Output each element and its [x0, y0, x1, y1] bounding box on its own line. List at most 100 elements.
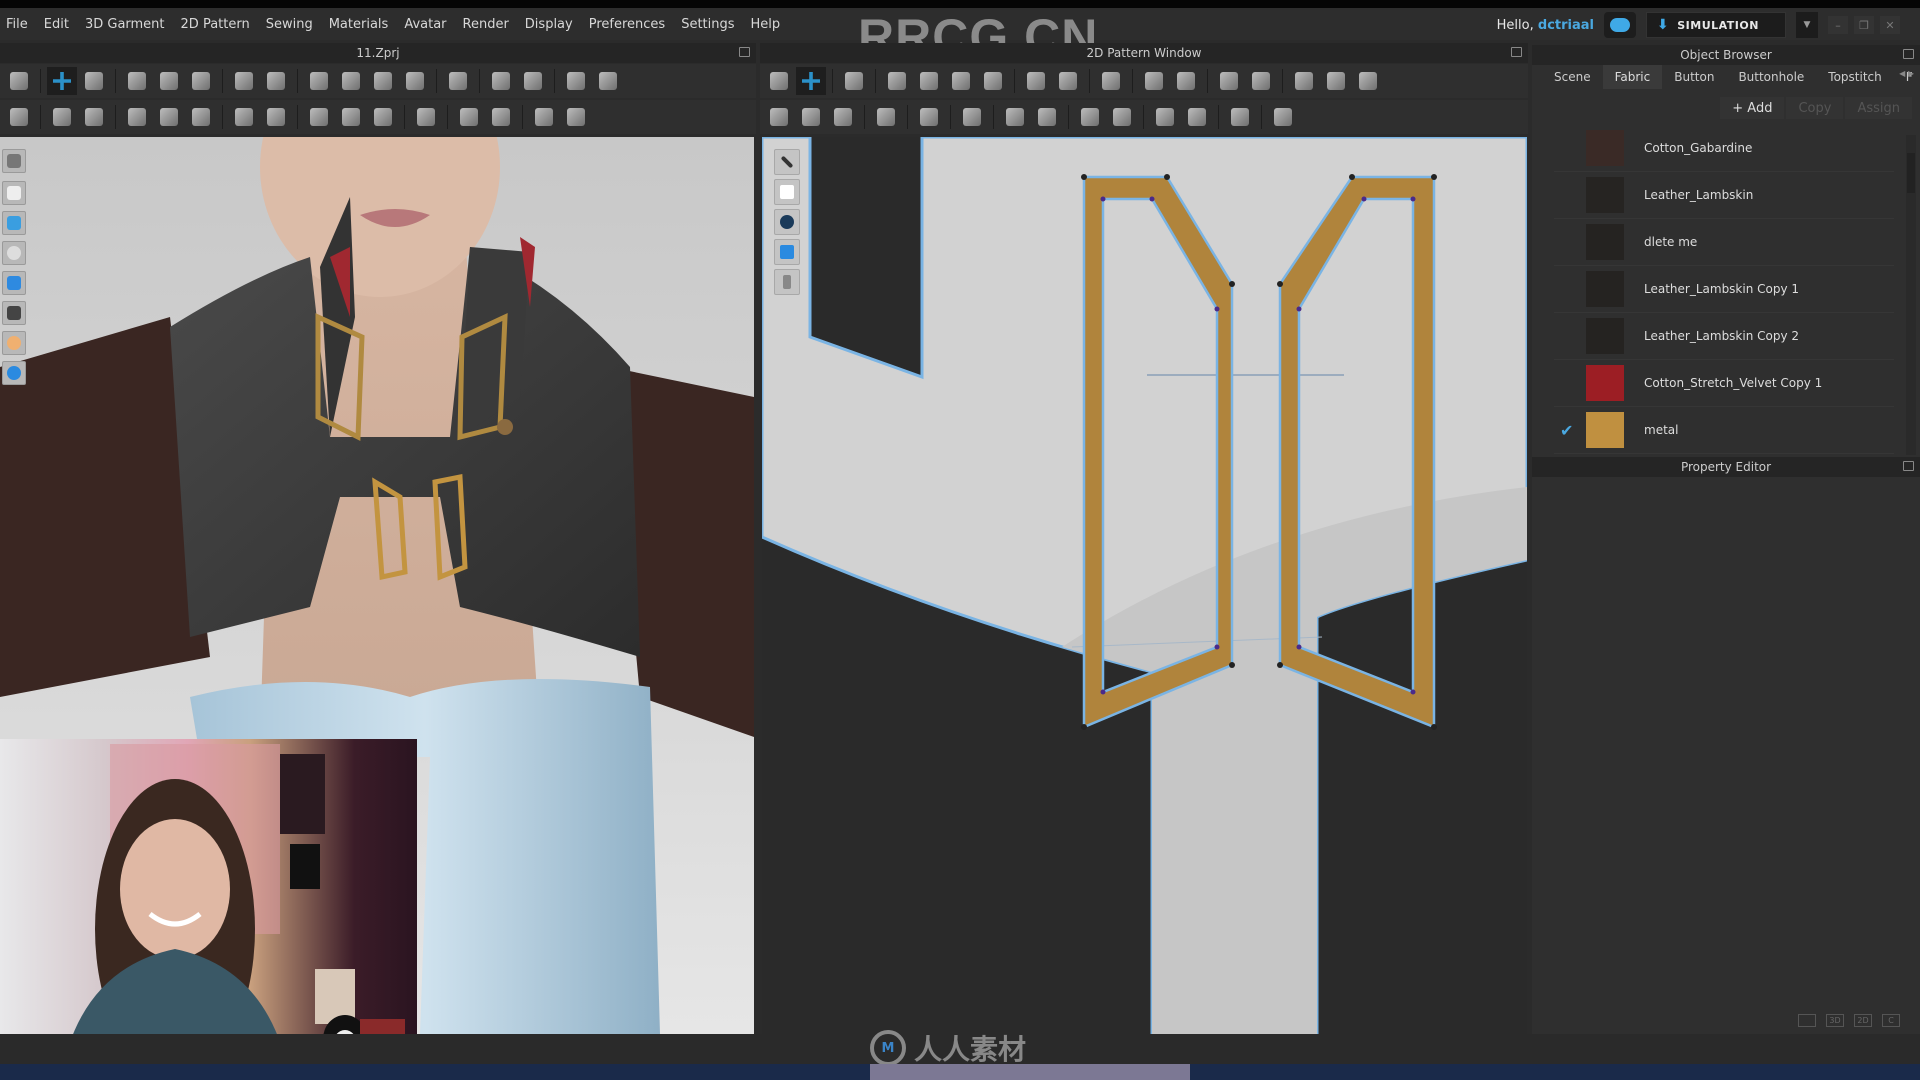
toolbar-tool-button[interactable] [764, 67, 794, 95]
menu-sewing[interactable]: Sewing [258, 17, 321, 32]
toolbar-tool-button[interactable] [914, 67, 944, 95]
toolbar-tool-button[interactable] [47, 67, 77, 95]
toolbar-tool-button[interactable] [561, 67, 591, 95]
close-icon[interactable]: ✕ [1880, 16, 1900, 34]
popout-icon[interactable] [1903, 49, 1914, 59]
toolbar-tool-button[interactable] [561, 103, 591, 131]
toolbar-tool-button[interactable] [122, 103, 152, 131]
toolbar-tool-button[interactable] [1321, 67, 1351, 95]
tab-scroll-arrows[interactable]: ◀ ▶ [1899, 69, 1914, 78]
fabric-display-tool[interactable] [2, 271, 26, 295]
taskbar-item[interactable] [870, 1064, 1190, 1080]
toolbar-tool-button[interactable] [304, 67, 334, 95]
menu-settings[interactable]: Settings [673, 17, 742, 32]
toolbar-tool-button[interactable] [796, 103, 826, 131]
toolbar-tool-button[interactable] [1150, 103, 1180, 131]
refresh-view-button[interactable]: C [1882, 1014, 1900, 1027]
toolbar-tool-button[interactable] [79, 67, 109, 95]
menu-display[interactable]: Display [517, 17, 581, 32]
menu-file[interactable]: File [0, 17, 36, 32]
username-link[interactable]: dctriaal [1538, 18, 1594, 33]
tab-fabric[interactable]: Fabric [1602, 65, 1663, 89]
toolbar-tool-button[interactable] [828, 103, 858, 131]
toolbar-tool-button[interactable] [978, 67, 1008, 95]
scrollbar-thumb[interactable] [1907, 153, 1915, 193]
fabric-swatch[interactable] [1586, 224, 1624, 260]
pattern-garment-tool[interactable] [774, 179, 800, 205]
menu-2d-pattern[interactable]: 2D Pattern [173, 17, 258, 32]
toolbar-tool-button[interactable] [796, 67, 826, 95]
2d-pattern-viewport[interactable] [762, 137, 1527, 1034]
fabric-list-item[interactable]: Cotton_Gabardine [1554, 125, 1894, 172]
fabric-swatch[interactable] [1586, 412, 1624, 448]
toolbar-tool-button[interactable] [1000, 103, 1030, 131]
toolbar-tool-button[interactable] [186, 67, 216, 95]
toolbar-tool-button[interactable] [1171, 67, 1201, 95]
assign-fabric-button[interactable]: Assign [1845, 97, 1912, 119]
toolbar-tool-button[interactable] [261, 67, 291, 95]
fabric-swatch[interactable] [1586, 177, 1624, 213]
minimize-icon[interactable]: – [1828, 16, 1848, 34]
3d-view-button[interactable]: 3D [1826, 1014, 1844, 1027]
avatar-display-tool[interactable] [2, 149, 26, 173]
fabric-list-item[interactable]: Leather_Lambskin Copy 1 [1554, 266, 1894, 313]
toolbar-tool-button[interactable] [1182, 103, 1212, 131]
toolbar-tool-button[interactable] [336, 67, 366, 95]
toolbar-tool-button[interactable] [122, 67, 152, 95]
toolbar-tool-button[interactable] [154, 67, 184, 95]
toolbar-tool-button[interactable] [529, 103, 559, 131]
toolbar-tool-button[interactable] [304, 103, 334, 131]
2d-view-button[interactable]: 2D [1854, 1014, 1872, 1027]
toolbar-tool-button[interactable] [764, 103, 794, 131]
menu-avatar[interactable]: Avatar [396, 17, 454, 32]
toolbar-tool-button[interactable] [1139, 67, 1169, 95]
toolbar-tool-button[interactable] [154, 103, 184, 131]
toolbar-tool-button[interactable] [4, 67, 34, 95]
menu-render[interactable]: Render [455, 17, 517, 32]
menu-3d-garment[interactable]: 3D Garment [77, 17, 173, 32]
menu-help[interactable]: Help [743, 17, 789, 32]
copy-fabric-button[interactable]: Copy [1786, 97, 1844, 119]
toolbar-tool-button[interactable] [1214, 67, 1244, 95]
popout-icon[interactable] [1511, 47, 1522, 57]
restore-icon[interactable]: ❐ [1854, 16, 1874, 34]
menu-materials[interactable]: Materials [321, 17, 397, 32]
toolbar-tool-button[interactable] [871, 103, 901, 131]
menu-edit[interactable]: Edit [36, 17, 77, 32]
skin-display-tool[interactable] [2, 331, 26, 355]
toolbar-tool-button[interactable] [1021, 67, 1051, 95]
pattern-lock-tool[interactable] [774, 269, 800, 295]
popout-icon[interactable] [1903, 461, 1914, 471]
popout-icon[interactable] [739, 47, 750, 57]
toolbar-tool-button[interactable] [47, 103, 77, 131]
toolbar-tool-button[interactable] [486, 103, 516, 131]
avatar-silhouette-tool[interactable] [2, 241, 26, 265]
fabric-list-item[interactable]: Leather_Lambskin Copy 2 [1554, 313, 1894, 360]
fabric-list-item[interactable]: Cotton_Stretch_Velvet Copy 1 [1554, 360, 1894, 407]
tab-scene[interactable]: Scene [1542, 65, 1603, 89]
garment-display-tool[interactable] [2, 181, 26, 205]
fabric-list-scrollbar[interactable] [1906, 135, 1916, 455]
menu-preferences[interactable]: Preferences [581, 17, 673, 32]
simulation-mode-button[interactable]: ⬇ SIMULATION [1646, 12, 1786, 38]
pin-display-tool[interactable] [2, 211, 26, 235]
pattern-pen-tool[interactable] [774, 149, 800, 175]
toolbar-tool-button[interactable] [882, 67, 912, 95]
add-fabric-button[interactable]: + Add [1720, 97, 1785, 119]
toolbar-tool-button[interactable] [593, 67, 623, 95]
pattern-fabric-tool[interactable] [774, 239, 800, 265]
toolbar-tool-button[interactable] [229, 103, 259, 131]
split-view-button[interactable] [1798, 1014, 1816, 1027]
toolbar-tool-button[interactable] [4, 103, 34, 131]
toolbar-tool-button[interactable] [229, 67, 259, 95]
toolbar-tool-button[interactable] [400, 67, 430, 95]
toolbar-tool-button[interactable] [261, 103, 291, 131]
fabric-swatch[interactable] [1586, 365, 1624, 401]
toolbar-tool-button[interactable] [1032, 103, 1062, 131]
toolbar-tool-button[interactable] [946, 67, 976, 95]
toolbar-tool-button[interactable] [1053, 67, 1083, 95]
fabric-swatch[interactable] [1586, 130, 1624, 166]
toolbar-tool-button[interactable] [443, 67, 473, 95]
cloud-button[interactable] [1604, 12, 1636, 38]
toolbar-tool-button[interactable] [1246, 67, 1276, 95]
